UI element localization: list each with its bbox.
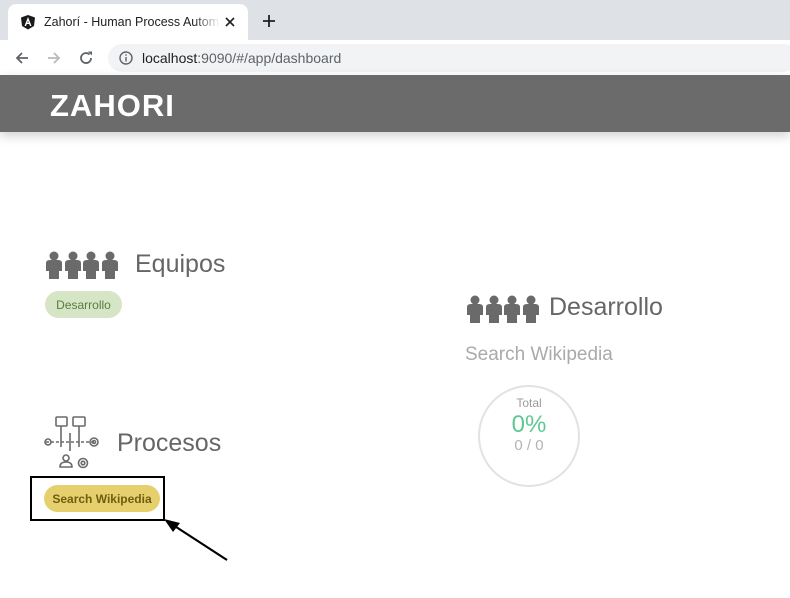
team-detail-title: Desarrollo <box>549 293 663 321</box>
total-percent: 0% <box>511 411 547 438</box>
info-icon[interactable] <box>118 50 134 66</box>
processes-title: Procesos <box>117 429 222 457</box>
tab-title: Zahorí - Human Process Automation <box>44 15 220 29</box>
logo-text: ZAHORI <box>50 89 175 119</box>
url-path: :9090/#/app/dashboard <box>197 50 342 66</box>
total-label: Total <box>516 396 542 410</box>
highlight-box <box>30 476 165 521</box>
browser-tab[interactable]: Zahorí - Human Process Automation <box>8 4 248 40</box>
team-detail-icon <box>466 295 540 328</box>
annotation-arrow-icon <box>160 515 232 570</box>
back-icon[interactable] <box>12 48 32 68</box>
close-icon[interactable] <box>222 14 238 30</box>
new-tab-icon[interactable] <box>260 12 278 30</box>
process-name[interactable]: Search Wikipedia <box>465 344 613 366</box>
reload-icon[interactable] <box>76 48 96 68</box>
browser-toolbar: localhost:9090/#/app/dashboard <box>0 40 790 76</box>
app-header: ZAHORI <box>0 75 790 132</box>
teams-title: Equipos <box>135 250 226 278</box>
zahori-logo[interactable]: ZAHORI <box>50 88 210 124</box>
url-host: localhost <box>142 50 198 66</box>
total-count: 0 / 0 <box>514 437 544 454</box>
address-bar[interactable]: localhost:9090/#/app/dashboard <box>108 44 790 72</box>
team-chip-desarrollo[interactable]: Desarrollo <box>45 291 122 318</box>
url-text[interactable]: localhost:9090/#/app/dashboard <box>142 50 341 66</box>
browser-tab-bar: Zahorí - Human Process Automation <box>0 0 790 40</box>
forward-icon[interactable] <box>44 48 64 68</box>
team-icon <box>45 251 119 284</box>
angular-icon <box>20 14 36 30</box>
process-icon <box>44 415 102 476</box>
